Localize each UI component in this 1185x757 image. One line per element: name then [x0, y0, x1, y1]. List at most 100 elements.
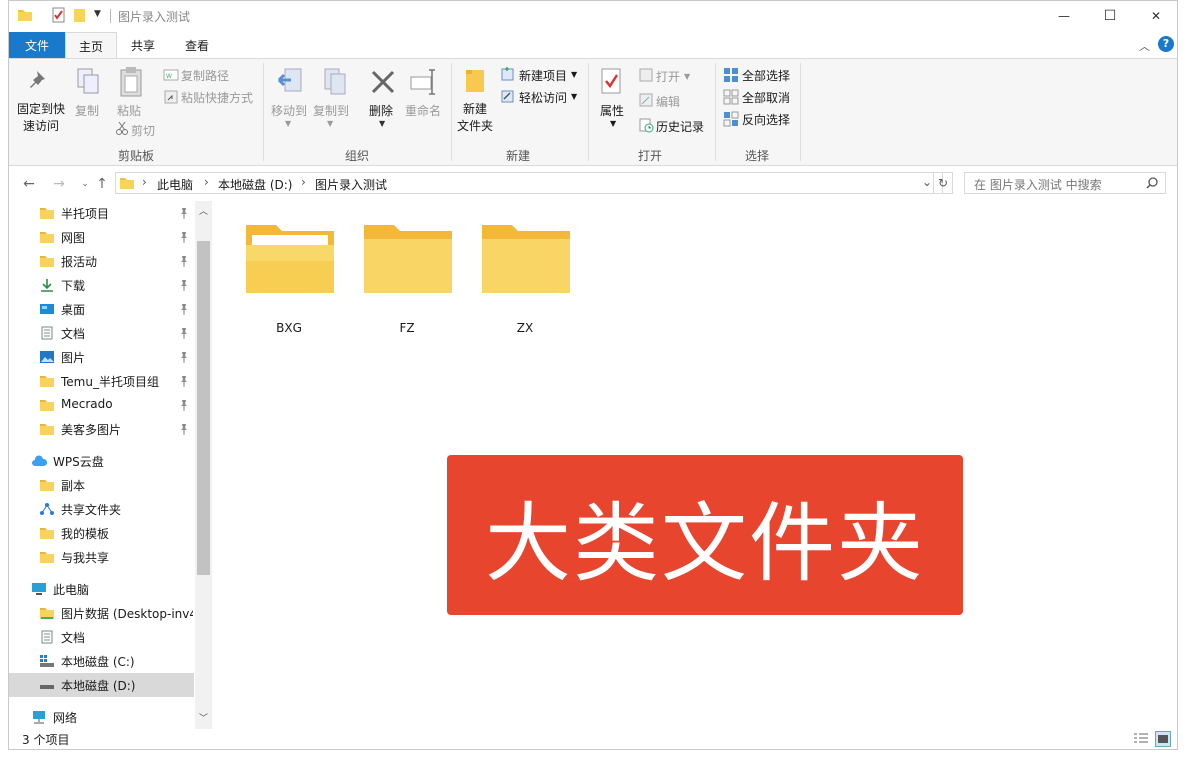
delete-button[interactable]: 删除 — [369, 102, 393, 119]
help-icon[interactable]: ? — [1158, 36, 1174, 52]
sidebar-item-label: 桌面 — [61, 303, 86, 317]
sidebar-item[interactable]: 美客多图片 — [9, 417, 194, 441]
edit-button[interactable]: 编辑 — [656, 93, 680, 110]
tab-file[interactable]: 文件 — [9, 32, 65, 58]
details-view-icon[interactable] — [1133, 732, 1149, 746]
sidebar-item[interactable]: 网图 — [9, 225, 194, 249]
address-bar[interactable]: › 此电脑 › 本地磁盘 (D:) › 图片录入测试 ⌄ — [115, 172, 943, 194]
sidebar-item[interactable]: 我的模板 — [9, 521, 194, 545]
copy-to-button[interactable]: 复制到 — [313, 102, 349, 119]
easy-access-dropdown-icon[interactable]: ▼ — [571, 92, 577, 101]
ribbon: 固定到快 速访问 复制 粘贴 W 复制路径 粘贴快捷方式 剪切 剪贴板 移动到 ▼… — [9, 58, 1177, 166]
properties-button[interactable]: 属性 — [600, 102, 624, 119]
easy-access-button[interactable]: 轻松访问 — [519, 89, 567, 106]
folder-tile-zx[interactable]: ZX — [470, 209, 580, 335]
breadcrumb-drive-d[interactable]: 本地磁盘 (D:) — [218, 176, 292, 193]
properties-quick-icon[interactable] — [51, 7, 67, 23]
scroll-up-icon[interactable]: ︿ — [199, 204, 208, 217]
folder-tile-bxg[interactable]: BXG — [234, 209, 344, 335]
edit-icon — [639, 93, 653, 107]
move-to-button[interactable]: 移动到 — [271, 102, 307, 119]
sidebar-item[interactable]: 文档 — [9, 625, 194, 649]
breadcrumb-chevron-icon[interactable]: › — [301, 175, 306, 189]
sidebar-item[interactable]: 图片数据 (Desktop-inv4 — [9, 601, 194, 625]
folder-icon — [39, 374, 55, 388]
pin-icon — [179, 303, 189, 315]
sidebar-item-label: 美客多图片 — [61, 423, 122, 437]
paste-button[interactable]: 粘贴 — [117, 102, 141, 119]
select-none-button[interactable]: 全部取消 — [742, 89, 790, 106]
sidebar-item[interactable]: 本地磁盘 (D:) — [9, 673, 194, 697]
refresh-button[interactable]: ↻ — [933, 172, 953, 194]
sidebar-item[interactable]: 本地磁盘 (C:) — [9, 649, 194, 673]
minimize-button[interactable]: — — [1041, 1, 1087, 31]
copy-icon — [77, 68, 99, 94]
collapse-ribbon-icon[interactable]: ︿ — [1139, 38, 1150, 54]
breadcrumb-chevron-icon[interactable]: › — [204, 175, 209, 189]
breadcrumb-chevron-icon[interactable]: › — [142, 175, 147, 189]
sidebar-item[interactable]: 副本 — [9, 473, 194, 497]
delete-dropdown-icon[interactable]: ▼ — [379, 119, 385, 128]
document-icon — [39, 630, 55, 644]
folder-tile-fz[interactable]: FZ — [352, 209, 462, 335]
easy-access-icon — [501, 90, 514, 103]
sidebar-item-network[interactable]: 网络 — [9, 705, 194, 729]
sidebar-scrollbar[interactable]: ︿ ﹀ — [195, 201, 212, 729]
sidebar-item-wps[interactable]: WPS云盘 — [9, 449, 194, 473]
tab-share[interactable]: 共享 — [117, 32, 169, 58]
address-dropdown-icon[interactable]: ⌄ — [922, 175, 932, 189]
breadcrumb-current-folder[interactable]: 图片录入测试 — [315, 176, 387, 193]
maximize-button[interactable]: ☐ — [1087, 1, 1133, 31]
paste-shortcut-icon — [164, 90, 178, 104]
sidebar-item-this-pc[interactable]: 此电脑 — [9, 577, 194, 601]
pin-quick-access-button[interactable]: 固定到快 速访问 — [17, 101, 65, 135]
sidebar-item-label: 图片 — [61, 351, 86, 365]
invert-selection-button[interactable]: 反向选择 — [742, 111, 790, 128]
new-item-dropdown-icon[interactable]: ▼ — [571, 70, 577, 79]
new-folder-button[interactable]: 新建 文件夹 — [457, 101, 493, 135]
select-group-label: 选择 — [745, 149, 770, 163]
sidebar-item[interactable]: 文档 — [9, 321, 194, 345]
move-to-dropdown-icon[interactable]: ▼ — [285, 119, 291, 128]
sidebar-item[interactable]: 与我共享 — [9, 545, 194, 569]
pin-icon — [179, 399, 189, 411]
new-folder-quick-icon[interactable] — [72, 7, 88, 23]
select-all-button[interactable]: 全部选择 — [742, 67, 790, 84]
cut-button[interactable]: 剪切 — [131, 122, 155, 139]
search-input[interactable]: 在 图片录入测试 中搜索 — [964, 172, 1166, 194]
scrollbar-thumb[interactable] — [197, 241, 210, 575]
tab-home[interactable]: 主页 — [65, 32, 117, 59]
qat-dropdown-icon[interactable]: ▼ — [94, 9, 101, 19]
category-banner: 大类文件夹 — [447, 455, 963, 615]
back-button[interactable]: ← — [19, 175, 39, 193]
sidebar-item[interactable]: 报活动 — [9, 249, 194, 273]
select-all-icon — [724, 68, 738, 82]
scroll-down-icon[interactable]: ﹀ — [199, 711, 208, 724]
sidebar-item-label: 半托项目 — [61, 207, 110, 221]
copy-to-dropdown-icon[interactable]: ▼ — [327, 119, 333, 128]
sidebar-item[interactable]: 图片 — [9, 345, 194, 369]
invert-selection-icon — [723, 111, 739, 127]
new-item-button[interactable]: 新建项目 — [519, 67, 567, 84]
paste-shortcut-button[interactable]: 粘贴快捷方式 — [181, 89, 253, 106]
sidebar-item[interactable]: Mecrado — [9, 393, 194, 417]
sidebar-item[interactable]: Temu_半托项目组 — [9, 369, 194, 393]
copy-button[interactable]: 复制 — [75, 102, 99, 119]
close-button[interactable]: ✕ — [1133, 1, 1177, 31]
breadcrumb-this-pc[interactable]: 此电脑 — [157, 176, 193, 193]
history-button[interactable]: 历史记录 — [656, 118, 704, 135]
properties-dropdown-icon[interactable]: ▼ — [610, 119, 616, 128]
forward-button[interactable]: → — [49, 175, 69, 193]
copy-path-button[interactable]: 复制路径 — [181, 67, 229, 84]
rename-button[interactable]: 重命名 — [405, 102, 441, 119]
large-icons-view-icon[interactable] — [1155, 731, 1171, 747]
sidebar-item-label: 此电脑 — [53, 583, 90, 597]
up-button[interactable]: ↑ — [92, 175, 112, 193]
open-dropdown-icon[interactable]: ▼ — [684, 72, 690, 81]
sidebar-item[interactable]: 共享文件夹 — [9, 497, 194, 521]
sidebar-item[interactable]: 桌面 — [9, 297, 194, 321]
tab-view[interactable]: 查看 — [171, 32, 223, 58]
sidebar-item[interactable]: 下载 — [9, 273, 194, 297]
sidebar-item[interactable]: 半托项目 — [9, 201, 194, 225]
open-button[interactable]: 打开 — [656, 68, 680, 85]
